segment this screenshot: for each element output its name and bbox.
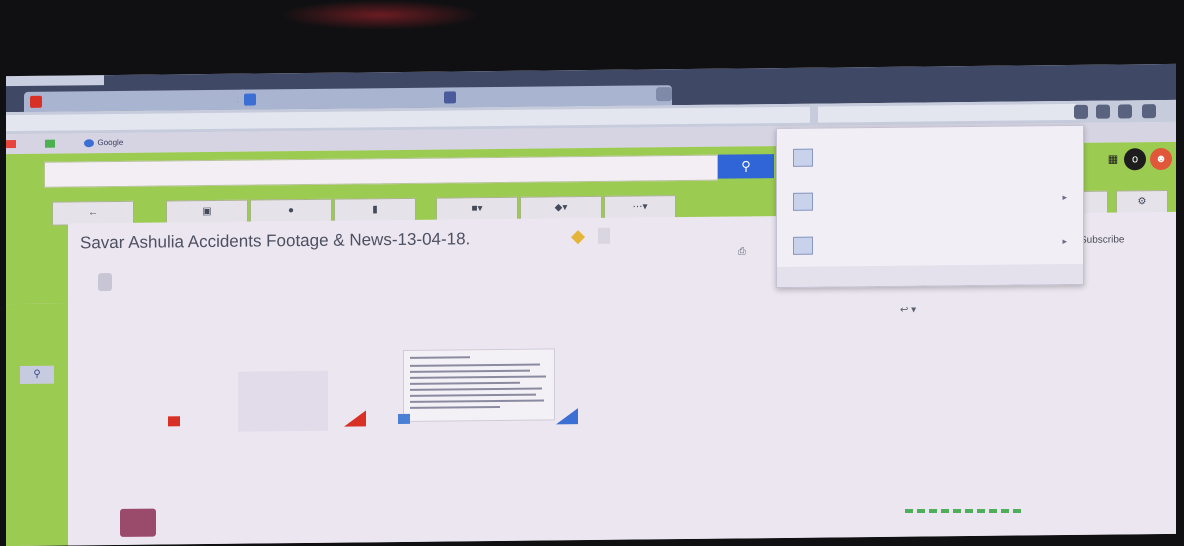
more-icon: ⋯▾ [632,201,648,213]
label-icon: ◆▾ [554,202,568,214]
message-subject: Savar Ashulia Accidents Footage & News-1… [80,229,471,253]
drive-corner-icon [556,408,578,425]
browser-search-field[interactable] [818,103,1076,123]
gear-icon: ⚙ [1137,196,1147,208]
bookmark-icon[interactable] [1118,104,1132,119]
show-all-downloads-link[interactable] [777,263,1083,288]
sender-avatar [98,273,112,292]
downloads-panel: ▸ ▸ [776,124,1084,289]
pdf-icon [168,416,180,427]
menu-icon[interactable] [1142,104,1156,119]
page-favicon-icon [244,93,256,106]
spam-button[interactable]: ● [250,198,332,224]
attachment-preview[interactable] [238,370,328,432]
browser-tab[interactable]: ✕ [24,89,248,112]
notifications-icon[interactable]: o [1124,148,1146,171]
bookmark-item[interactable] [45,138,70,148]
file-icon [793,148,813,167]
home-icon[interactable] [1096,104,1110,119]
drive-corner-icon [344,410,366,427]
print-icon[interactable]: ⎙ [738,246,746,257]
room-light-glow [280,0,480,30]
search-icon: ⚲ [741,158,751,174]
browser-tab[interactable]: ✕ [438,85,672,108]
settings-button[interactable]: ⚙ [1116,189,1168,215]
gmail-favicon-icon [30,95,42,108]
apps-icon[interactable]: ▦ [1102,148,1124,170]
unsubscribe-link[interactable]: Subscribe [1080,234,1124,245]
labels-button[interactable]: ◆▾ [520,195,602,221]
folder-icon: ■▾ [471,203,483,215]
google-icon [84,139,95,148]
attachment-file[interactable] [168,416,188,427]
browser-tab[interactable]: ✕ [238,87,452,110]
download-item[interactable]: ▸ [777,222,1083,265]
archive-icon: ▣ [202,205,212,218]
file-icon [793,192,813,211]
search-button[interactable]: ⚲ [718,154,774,179]
download-icon[interactable] [1074,104,1088,119]
window-label [6,75,104,87]
attachment-file[interactable] [398,414,418,425]
more-button[interactable]: ⋯▾ [604,195,676,220]
contacts-search-button[interactable]: ⚲ [20,365,54,384]
search-icon: ⚲ [33,368,41,380]
inbox-label-chip[interactable] [598,227,610,244]
download-item[interactable] [777,134,1083,177]
bookmark-item[interactable]: Google [84,138,135,148]
reply-icon[interactable]: ↩ ▾ [900,305,916,316]
left-rail [6,303,68,546]
important-marker-icon[interactable] [570,230,586,245]
trash-icon: ▮ [372,204,378,216]
avatar-icon[interactable]: ☻ [1150,147,1172,171]
monitor-screen: ✕ ✕ ✕ Google ⚲ ▦ o ☻ ← ▣ ● ▮ ■▾ [6,63,1176,546]
taskbar-indicators [905,500,1065,513]
arrow-left-icon: ← [88,207,98,219]
doc-icon [398,414,410,425]
gmail-icon [6,139,16,149]
new-tab-button[interactable] [656,87,672,102]
page-favicon-icon [444,91,456,104]
download-item[interactable]: ▸ [777,178,1083,221]
page-icon [45,139,56,148]
attachment-preview[interactable] [403,348,555,422]
open-folder-icon[interactable]: ▸ [1062,192,1067,203]
open-folder-icon[interactable]: ▸ [1062,236,1067,247]
bookmark-item[interactable] [6,139,31,149]
spam-icon: ● [287,205,295,217]
file-icon [793,236,813,255]
avatar [120,508,156,537]
